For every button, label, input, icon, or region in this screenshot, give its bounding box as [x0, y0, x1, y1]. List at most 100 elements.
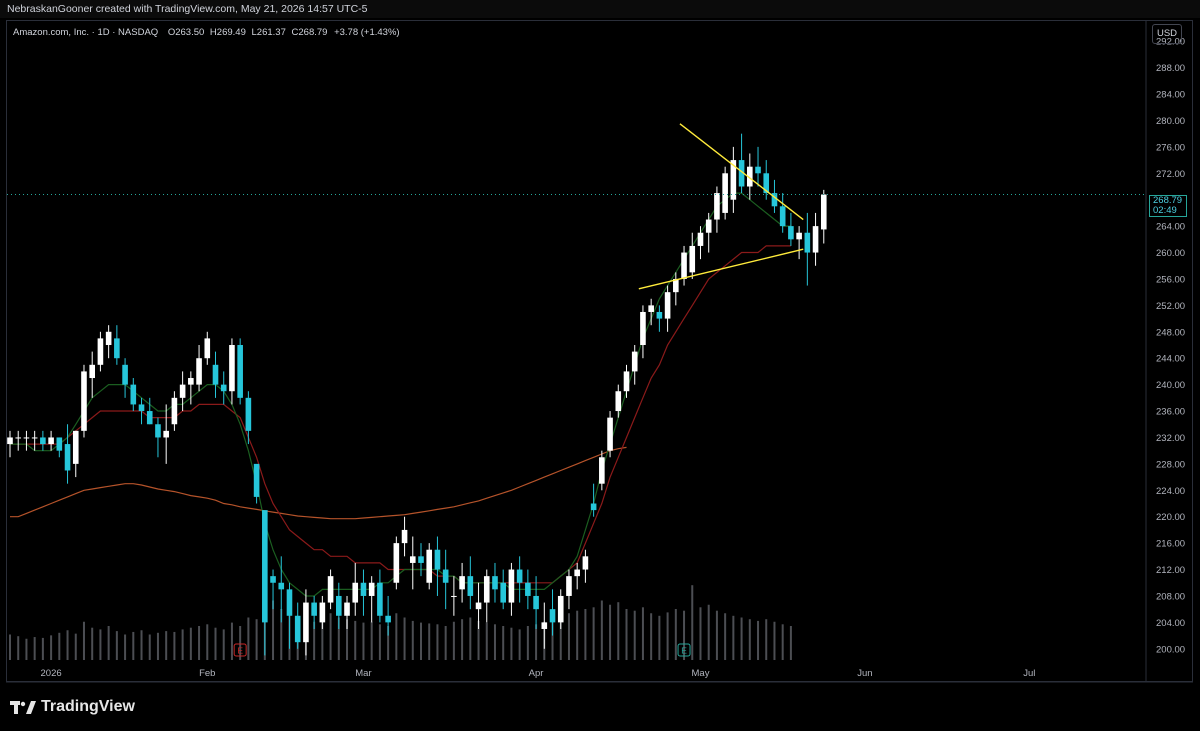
candle-body	[475, 602, 482, 610]
volume-bar	[33, 637, 36, 660]
candle-body	[549, 609, 556, 623]
candle-body	[820, 194, 827, 230]
volume-bar	[148, 634, 151, 660]
volume-bar	[214, 627, 217, 660]
candle-body	[755, 166, 761, 174]
candle-body	[56, 437, 63, 451]
candle-body	[401, 529, 408, 544]
candle-body	[220, 384, 227, 392]
candle-body	[163, 430, 169, 438]
volume-bar	[510, 627, 513, 660]
volume-bar	[17, 636, 20, 660]
y-tick-label: 276.00	[1156, 142, 1185, 153]
volume-bar	[91, 627, 94, 660]
y-tick-label: 204.00	[1156, 618, 1185, 629]
volume-bar	[222, 629, 225, 660]
y-tick-label: 248.00	[1156, 327, 1185, 338]
volume-bar	[707, 604, 710, 660]
volume-bar	[469, 617, 472, 660]
candle-body	[15, 437, 22, 439]
candle-body	[7, 437, 13, 445]
candle-body	[122, 364, 128, 385]
volume-bar	[567, 613, 570, 660]
volume-bar	[757, 620, 760, 660]
candle-body	[607, 417, 613, 451]
candle-body	[418, 556, 424, 563]
volume-bar	[633, 610, 636, 660]
candle-body	[714, 193, 720, 220]
volume-bar	[584, 609, 587, 660]
candle-body	[689, 245, 696, 273]
volume-bar	[9, 634, 11, 660]
close-value: 268.79	[298, 27, 328, 38]
volume-bar	[781, 624, 784, 660]
volume-bar	[255, 619, 258, 660]
volume-bar	[230, 622, 233, 660]
candle-body	[409, 556, 416, 563]
candle-body	[623, 371, 630, 392]
candle-body	[31, 437, 38, 439]
volume-bar	[428, 623, 431, 660]
volume-bar	[674, 609, 677, 660]
candle-body	[681, 252, 687, 279]
candle-body	[48, 437, 54, 445]
candle-body	[426, 549, 433, 583]
candle-body	[483, 576, 490, 603]
candle-body	[40, 437, 46, 445]
symbol-legend: Amazon.com, Inc. · 1D · NASDAQ O263.50 H…	[13, 27, 400, 38]
volume-bar	[789, 626, 792, 660]
candle-body	[615, 391, 622, 412]
candle-body	[81, 371, 87, 431]
volume-bar	[50, 635, 53, 660]
volume-bar	[691, 585, 694, 660]
volume-bar	[41, 637, 44, 660]
candle-body	[303, 602, 309, 643]
price-chart[interactable]: 200.00 204.00 208.00 212.00 216.00 220.00 224.…	[0, 0, 1200, 731]
volume-bar	[765, 619, 768, 660]
volume-bar	[272, 600, 275, 660]
volume-bar	[165, 631, 168, 660]
volume-bar	[66, 630, 69, 660]
tradingview-logo-icon	[10, 701, 36, 714]
volume-bar	[641, 607, 644, 660]
volume-bar	[173, 631, 176, 660]
candle-body	[245, 397, 252, 431]
volume-bar	[420, 622, 422, 660]
candle-body	[368, 582, 375, 596]
volume-bar	[600, 600, 603, 660]
x-tick-label: Mar	[355, 668, 371, 679]
currency-button[interactable]: USD	[1152, 24, 1182, 44]
volume-bar	[181, 629, 184, 660]
candle-body	[97, 338, 104, 365]
candle-body	[574, 569, 580, 577]
y-tick-label: 232.00	[1156, 433, 1185, 444]
high-value: 269.49	[216, 27, 246, 38]
volume-bar	[444, 626, 447, 660]
x-tick-label: Apr	[529, 668, 544, 679]
candle-body	[664, 292, 671, 319]
candle-body	[557, 595, 564, 623]
candle-body	[327, 576, 334, 603]
volume-bar	[773, 621, 776, 660]
volume-bar	[140, 630, 143, 660]
candle-body	[253, 463, 260, 497]
volume-bar	[502, 626, 505, 660]
volume-bar	[436, 624, 439, 660]
earnings-marker-label: E	[681, 646, 687, 656]
y-tick-label: 256.00	[1156, 274, 1185, 285]
candle-body	[533, 595, 539, 610]
y-tick-label: 284.00	[1156, 90, 1185, 101]
earnings-marker-label: E	[237, 646, 243, 656]
candle-body	[114, 338, 120, 359]
candle-body	[451, 595, 457, 597]
volume-bar	[699, 607, 702, 660]
y-tick-label: 236.00	[1156, 407, 1185, 418]
candle-body	[599, 457, 605, 484]
volume-bar	[493, 624, 496, 660]
ma-long-line	[10, 446, 627, 520]
candle-body	[286, 589, 293, 616]
volume-bar	[715, 610, 718, 660]
volume-bar	[378, 624, 381, 660]
volume-bar	[403, 617, 406, 660]
volume-bar	[650, 613, 653, 660]
